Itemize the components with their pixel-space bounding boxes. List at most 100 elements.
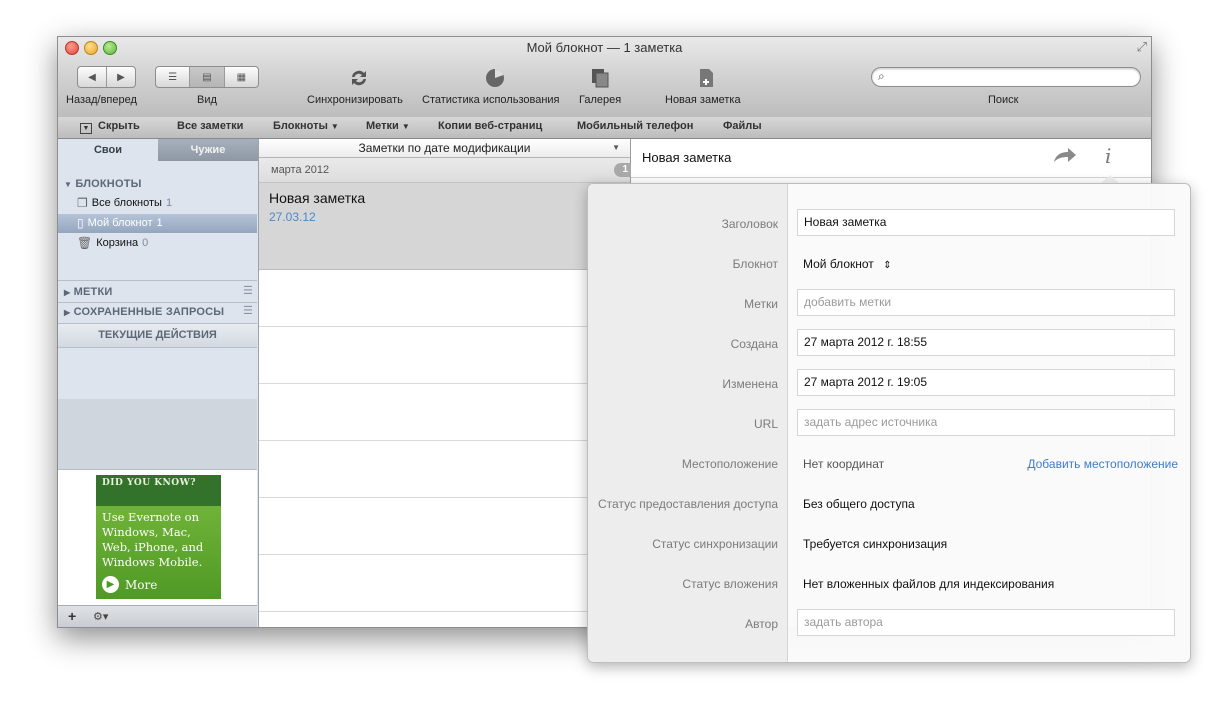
- created-field[interactable]: 27 марта 2012 г. 18:55: [797, 329, 1175, 356]
- new-note-label[interactable]: Новая заметка: [665, 94, 741, 106]
- url-field-label: URL: [753, 417, 778, 431]
- notebooks-stack-icon: ❐: [77, 196, 88, 210]
- share-icon[interactable]: [1051, 145, 1079, 170]
- attachment-status-label: Статус вложения: [682, 577, 778, 591]
- notebooks-header-label: БЛОКНОТЫ: [75, 178, 142, 190]
- sidebar-item-label: Мой блокнот: [87, 217, 153, 229]
- sidebar-item-my-notebook[interactable]: ▯ Мой блокнот 1: [77, 216, 163, 230]
- tags-field-label: Метки: [744, 297, 778, 311]
- sharing-status-label: Статус предоставления доступа: [598, 497, 778, 511]
- search-label: Поиск: [988, 94, 1019, 106]
- add-icon[interactable]: +: [68, 608, 76, 624]
- arrow-right-icon: ▶: [102, 576, 119, 593]
- back-arrow-icon[interactable]: ◀: [78, 67, 107, 87]
- fullscreen-icon[interactable]: ⤢: [1137, 39, 1147, 55]
- notebook-field-label: Блокнот: [732, 257, 778, 271]
- gallery-label[interactable]: Галерея: [579, 94, 621, 106]
- notebook-select[interactable]: Мой блокнот ⇕: [803, 257, 892, 271]
- notebook-icon: ▯: [77, 216, 84, 230]
- view-mode-control[interactable]: ☰ ▤ ▦: [155, 66, 259, 88]
- saved-searches-section-header[interactable]: ▶ СОХРАНЕННЫЕ ЗАПРОСЫ: [64, 306, 224, 318]
- month-group-header: марта 2012 1: [259, 158, 636, 183]
- sidebar-item-count: 1: [165, 197, 173, 209]
- modified-field[interactable]: 27 марта 2012 г. 19:05: [797, 369, 1175, 396]
- divider: [58, 302, 257, 303]
- forward-arrow-icon[interactable]: ▶: [107, 67, 135, 87]
- row-divider: [259, 497, 630, 498]
- sidebar-item-label: Корзина: [96, 237, 139, 249]
- ad-more-link[interactable]: ▶ More: [102, 576, 157, 593]
- url-field[interactable]: задать адрес источника: [797, 409, 1175, 436]
- add-location-link[interactable]: Добавить местоположение: [1027, 457, 1178, 471]
- sharing-status-value: Без общего доступа: [803, 497, 915, 511]
- disclosure-right-icon: ▶: [64, 308, 71, 317]
- info-icon[interactable]: i: [1105, 144, 1111, 168]
- sync-icon[interactable]: [347, 66, 371, 90]
- sort-menu[interactable]: Заметки по дате модификации ▼: [259, 139, 630, 158]
- sidebar-item-all-notebooks[interactable]: ❐ Все блокноты 1: [77, 196, 172, 210]
- snippet-view-icon[interactable]: ▤: [190, 67, 225, 87]
- row-divider: [259, 440, 630, 441]
- list-item[interactable]: Новая заметка 27.03.12: [259, 183, 630, 270]
- mobile-filter[interactable]: Мобильный телефон: [577, 120, 693, 132]
- usage-stats-icon[interactable]: [483, 66, 507, 90]
- divider: [58, 280, 257, 281]
- author-field[interactable]: задать автора: [797, 609, 1175, 636]
- notebook-select-value: Мой блокнот: [803, 257, 874, 271]
- promo-ad[interactable]: DID YOU KNOW? Use Evernote on Windows, M…: [96, 475, 221, 599]
- list-view-icon[interactable]: ☰: [156, 67, 191, 87]
- gear-icon[interactable]: ⚙▾: [93, 610, 108, 623]
- hide-label: Скрыть: [98, 120, 140, 132]
- new-note-icon[interactable]: [694, 66, 718, 90]
- trash-icon: 🗑: [77, 236, 93, 250]
- location-value: Нет координат: [803, 457, 885, 471]
- web-clips-filter[interactable]: Копии веб-страниц: [438, 120, 542, 132]
- sidebar-item-count: 1: [156, 217, 163, 229]
- notebooks-filter[interactable]: Блокноты ▼: [273, 120, 339, 132]
- notebooks-section-header[interactable]: ▼ БЛОКНОТЫ: [64, 178, 142, 190]
- sidebar-item-count: 0: [142, 237, 149, 249]
- note-title: Новая заметка: [269, 190, 366, 206]
- notebooks-filter-label: Блокноты: [273, 120, 328, 132]
- tags-filter-label: Метки: [366, 120, 399, 132]
- card-view-icon[interactable]: ▦: [225, 67, 258, 87]
- location-field-label: Местоположение: [681, 457, 778, 471]
- ad-text: Use Evernote on Windows, Mac, Web, iPhon…: [102, 510, 204, 569]
- files-filter[interactable]: Файлы: [723, 120, 762, 132]
- editor-note-title[interactable]: Новая заметка: [642, 150, 731, 165]
- window-title: Мой блокнот — 1 заметка: [526, 40, 683, 55]
- tab-shared[interactable]: Чужие: [158, 139, 258, 161]
- toolbar: Мой блокнот — 1 заметка ⤢ ◀ ▶ Назад/впер…: [58, 37, 1151, 118]
- sync-status-label: Статус синхронизации: [652, 537, 778, 551]
- title-field[interactable]: Новая заметка: [797, 209, 1175, 236]
- notes-list: Заметки по дате модификации ▼ марта 2012…: [259, 139, 636, 627]
- tags-options-icon[interactable]: ☰: [243, 284, 253, 297]
- usage-stats-label[interactable]: Статистика использования: [422, 94, 560, 106]
- search-input[interactable]: ⌕: [871, 67, 1141, 87]
- saved-searches-header-label: СОХРАНЕННЫЕ ЗАПРОСЫ: [73, 306, 225, 318]
- all-notes-filter[interactable]: Все заметки: [177, 120, 243, 132]
- view-label: Вид: [197, 94, 217, 106]
- sync-label[interactable]: Синхронизировать: [307, 94, 403, 106]
- ad-more-label: More: [125, 577, 158, 592]
- attachment-status-value: Нет вложенных файлов для индексирования: [803, 577, 1055, 591]
- sync-status-value: Требуется синхронизация: [803, 537, 948, 551]
- hide-icon: ▼: [80, 123, 92, 134]
- tags-section-header[interactable]: ▶ МЕТКИ: [64, 286, 112, 298]
- back-forward-control[interactable]: ◀ ▶: [77, 66, 136, 88]
- tags-field[interactable]: добавить метки: [797, 289, 1175, 316]
- tab-mine[interactable]: Свои: [58, 139, 158, 161]
- note-info-popover: Заголовок Новая заметка Блокнот Мой блок…: [587, 183, 1191, 663]
- chevron-down-icon: ▼: [401, 122, 410, 131]
- current-activity-header: ТЕКУЩИЕ ДЕЙСТВИЯ: [58, 323, 257, 348]
- saved-searches-options-icon[interactable]: ☰: [243, 304, 253, 317]
- search-icon: ⌕: [878, 69, 885, 83]
- hide-button[interactable]: ▼ Скрыть: [80, 120, 140, 134]
- row-divider: [259, 554, 630, 555]
- gallery-icon[interactable]: [588, 66, 612, 90]
- tags-filter[interactable]: Метки ▼: [366, 120, 410, 132]
- row-divider: [259, 326, 630, 327]
- tags-header-label: МЕТКИ: [73, 286, 113, 298]
- sidebar-item-trash[interactable]: 🗑 Корзина 0: [77, 236, 148, 250]
- filter-bar: ▼ Скрыть Все заметки Блокноты ▼ Метки ▼ К…: [58, 117, 1151, 139]
